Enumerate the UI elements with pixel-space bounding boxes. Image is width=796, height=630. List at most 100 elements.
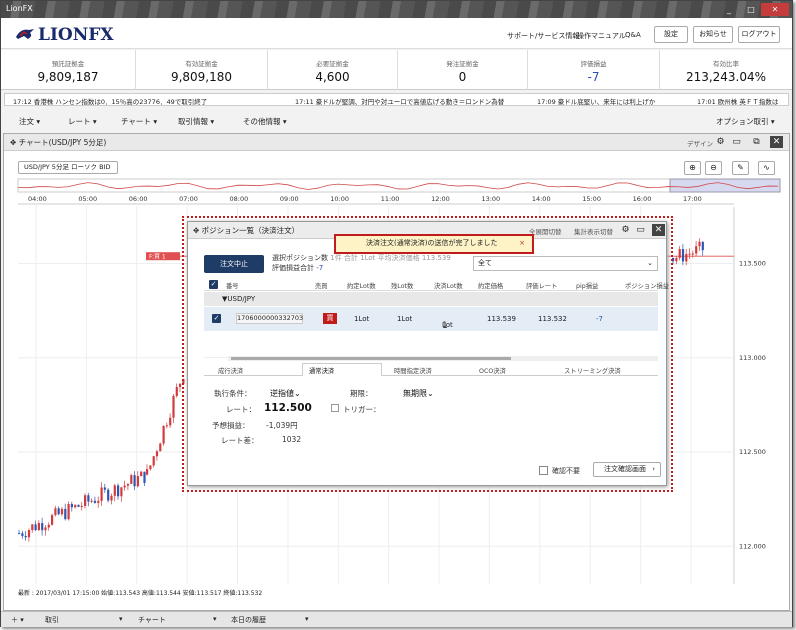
gear-icon[interactable]: ⚙ xyxy=(714,136,727,148)
popout-icon[interactable]: ⧉ xyxy=(750,136,763,148)
chevron-right-icon: › xyxy=(652,465,655,473)
design-link[interactable]: デザイン xyxy=(687,138,713,148)
chevron-down-icon[interactable]: ▾ xyxy=(305,615,309,623)
news-item[interactable]: 17:09 豪ドル底堅い、来年には利上げか xyxy=(537,96,655,105)
row-checkbox[interactable]: ✓ xyxy=(212,314,221,323)
time-tick-label: 09:00 xyxy=(280,195,299,203)
news-item[interactable]: 17:12 香港株 ハンセン指数は0．15％高の23776．49で取引終了 xyxy=(13,96,207,105)
candle-body xyxy=(54,508,57,516)
tab-time[interactable]: 時間指定決済 xyxy=(394,366,432,375)
faq-link[interactable]: Q&A xyxy=(625,31,641,39)
tab-oco[interactable]: OCO決済 xyxy=(479,366,506,375)
indicator-icon[interactable]: ∿ xyxy=(758,161,775,175)
menu-other-info[interactable]: その他情報 ▾ xyxy=(243,116,287,127)
chart-titlebar: ✥ チャート(USD/JPY 5分足) デザイン ⚙ ▭ ⧉ ✕ xyxy=(4,134,789,151)
minimize-button[interactable]: _ xyxy=(719,3,739,16)
confirm-order-button[interactable]: 注文確認画面 › xyxy=(593,462,661,477)
expected-pl-value: -1,039円 xyxy=(266,421,298,430)
pen-icon[interactable]: ✎ xyxy=(732,161,749,175)
cond-select[interactable]: 逆指値⌄ xyxy=(270,388,301,399)
gear-icon[interactable]: ⚙ xyxy=(619,224,632,236)
no-confirm-checkbox[interactable] xyxy=(539,466,548,475)
candle-body xyxy=(77,504,80,507)
candle-body xyxy=(93,500,97,503)
summary-required-margin: 必要証拠金 4,600 xyxy=(268,50,398,90)
candle-body xyxy=(107,489,110,501)
chart-close-icon[interactable]: ✕ xyxy=(770,136,783,148)
table-row[interactable]: ✓ 1706000000332703 買 1Lot 1Lot 1 Lot 113.… xyxy=(204,307,658,331)
summary-effective-margin: 有効証拠金 9,809,180 xyxy=(136,50,268,90)
tab-market[interactable]: 成行決済 xyxy=(218,366,243,375)
group-row[interactable]: ▼USD/JPY xyxy=(204,292,658,306)
main-menu: 注文 ▾ レート ▾ チャート ▾ 取引情報 ▾ その他情報 ▾ オプション取引… xyxy=(1,113,792,130)
menu-option-trade[interactable]: オプション取引 ▾ xyxy=(716,116,775,127)
tab-normal[interactable]: 通常決済 xyxy=(302,363,382,376)
zoom-in-icon[interactable]: ⊕ xyxy=(684,161,701,175)
table-header: ✓ 番号 売買 約定Lot数 残Lot数 決済Lot数 約定価格 評価レート p… xyxy=(204,279,669,291)
summary-toggle-link[interactable]: 集計表示切替 xyxy=(574,226,613,236)
menu-trade-info[interactable]: 取引情報 ▾ xyxy=(178,116,214,127)
scrollbar-thumb[interactable] xyxy=(231,357,511,360)
candle-body xyxy=(18,533,21,535)
bottom-tab-chart[interactable]: チャート xyxy=(138,615,166,625)
candle-body xyxy=(701,241,704,251)
cancel-order-button[interactable]: 注文中止 xyxy=(204,255,264,273)
maximize-button[interactable]: □ xyxy=(741,3,761,16)
chevron-down-icon[interactable]: ▾ xyxy=(213,615,217,623)
move-icon[interactable]: ✥ xyxy=(10,138,19,147)
news-ticker[interactable]: 17:12 香港株 ハンセン指数は0．15％高の23776．49で取引終了 17… xyxy=(4,93,789,106)
select-all-checkbox[interactable]: ✓ xyxy=(209,280,218,289)
candle-body xyxy=(133,475,136,487)
time-tick-label: 04:00 xyxy=(28,195,47,203)
notice-button[interactable]: お知らせ xyxy=(693,26,733,43)
candle-body xyxy=(103,487,106,490)
no-confirm-label: 確認不要 xyxy=(552,467,580,475)
remain-lot: 1Lot xyxy=(397,315,413,323)
support-link[interactable]: サポート/サービス情報 xyxy=(507,31,579,41)
menu-order[interactable]: 注文 ▾ xyxy=(19,116,40,127)
candle-body xyxy=(136,476,139,487)
bottom-tabbar: ＋ ▾ 取引 ▾ チャート ▾ 本日の履歴 ▾ xyxy=(1,611,792,627)
time-tick-label: 13:00 xyxy=(481,195,500,203)
symbol-selector[interactable]: USD/JPY 5分足 ローソク BID xyxy=(18,161,118,174)
window-mode-icon[interactable]: ▭ xyxy=(730,136,743,148)
window-mode-icon[interactable]: ▭ xyxy=(634,224,647,236)
close-button[interactable]: ✕ xyxy=(761,3,789,16)
time-tick-label: 05:00 xyxy=(78,195,97,203)
chevron-down-icon[interactable]: ▾ xyxy=(119,615,123,623)
toast-close-icon[interactable]: × xyxy=(519,236,525,251)
candle-body xyxy=(57,508,60,515)
candle-body xyxy=(84,495,87,506)
news-item[interactable]: 17:11 豪ドルが堅調、対円や対ユーロで高値広げる動き＝ロンドン為替 xyxy=(295,96,504,105)
menu-chart[interactable]: チャート ▾ xyxy=(121,116,157,127)
move-icon[interactable]: ✥ xyxy=(193,226,202,235)
bottom-tab-history[interactable]: 本日の履歴 xyxy=(231,615,266,625)
zoom-out-icon[interactable]: ⊖ xyxy=(705,161,722,175)
candle-body xyxy=(179,383,182,388)
candle-body xyxy=(44,527,47,531)
candle-body xyxy=(31,524,34,531)
manual-link[interactable]: 操作マニュアル xyxy=(577,31,626,41)
summary-order-margin: 発注証拠金 0 xyxy=(398,50,528,90)
time-tick-label: 12:00 xyxy=(431,195,450,203)
col-number: 番号 xyxy=(226,283,239,290)
logout-button[interactable]: ログアウト xyxy=(738,26,780,43)
add-tab-icon[interactable]: ＋ ▾ xyxy=(11,615,24,625)
menu-rate[interactable]: レート ▾ xyxy=(68,116,97,127)
settings-button[interactable]: 設定 xyxy=(654,26,688,43)
time-tick-label: 11:00 xyxy=(381,195,400,203)
candle-body xyxy=(165,425,168,427)
bottom-tab-trade[interactable]: 取引 xyxy=(45,615,59,625)
tab-streaming[interactable]: ストリーミング決済 xyxy=(564,366,621,375)
candle-body xyxy=(67,503,70,520)
summary-effective-ratio: 有効比率 213,243.04% xyxy=(685,60,767,84)
period-select[interactable]: 無期限⌄ xyxy=(403,388,434,399)
dialog-close-icon[interactable]: ✕ xyxy=(652,224,665,236)
news-item[interactable]: 17:01 欧州株 英ＦＴ指数は xyxy=(697,96,778,105)
exec-lot: 1Lot xyxy=(354,315,370,323)
time-tick-label: 17:00 xyxy=(683,195,702,203)
filter-select[interactable]: 全て ⌄ xyxy=(473,256,658,271)
candle-body xyxy=(70,503,73,508)
trigger-checkbox[interactable] xyxy=(331,404,339,412)
rate-input[interactable]: 112.500 xyxy=(264,402,312,414)
